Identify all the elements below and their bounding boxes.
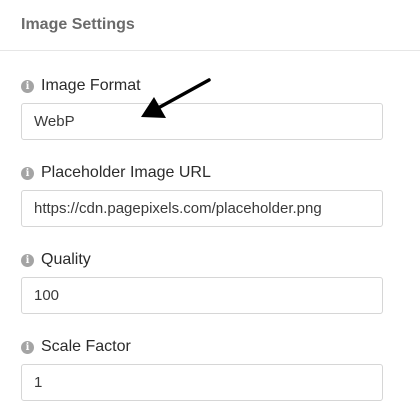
scale-factor-label: Scale Factor: [41, 338, 131, 355]
quality-label: Quality: [41, 251, 91, 268]
scale-factor-field: i Scale Factor: [21, 337, 383, 401]
section-title: Image Settings: [21, 16, 135, 33]
info-icon[interactable]: i: [21, 79, 34, 93]
image-settings-panel: Image Settings i Image Format i Placehol…: [0, 0, 420, 420]
placeholder-image-url-label-row: i Placeholder Image URL: [21, 163, 383, 183]
scale-factor-label-row: i Scale Factor: [21, 337, 383, 357]
image-format-label: Image Format: [41, 77, 141, 94]
image-format-field: i Image Format: [21, 76, 383, 140]
quality-input[interactable]: [21, 277, 383, 314]
placeholder-image-url-input[interactable]: [21, 190, 383, 227]
quality-label-row: i Quality: [21, 250, 383, 270]
image-format-label-row: i Image Format: [21, 76, 383, 96]
info-icon[interactable]: i: [21, 166, 34, 180]
info-icon[interactable]: i: [21, 340, 34, 354]
info-icon[interactable]: i: [21, 253, 34, 267]
placeholder-image-url-label: Placeholder Image URL: [41, 164, 211, 181]
divider: [0, 50, 420, 51]
quality-field: i Quality: [21, 250, 383, 314]
image-format-input[interactable]: [21, 103, 383, 140]
scale-factor-input[interactable]: [21, 364, 383, 401]
placeholder-image-url-field: i Placeholder Image URL: [21, 163, 383, 227]
